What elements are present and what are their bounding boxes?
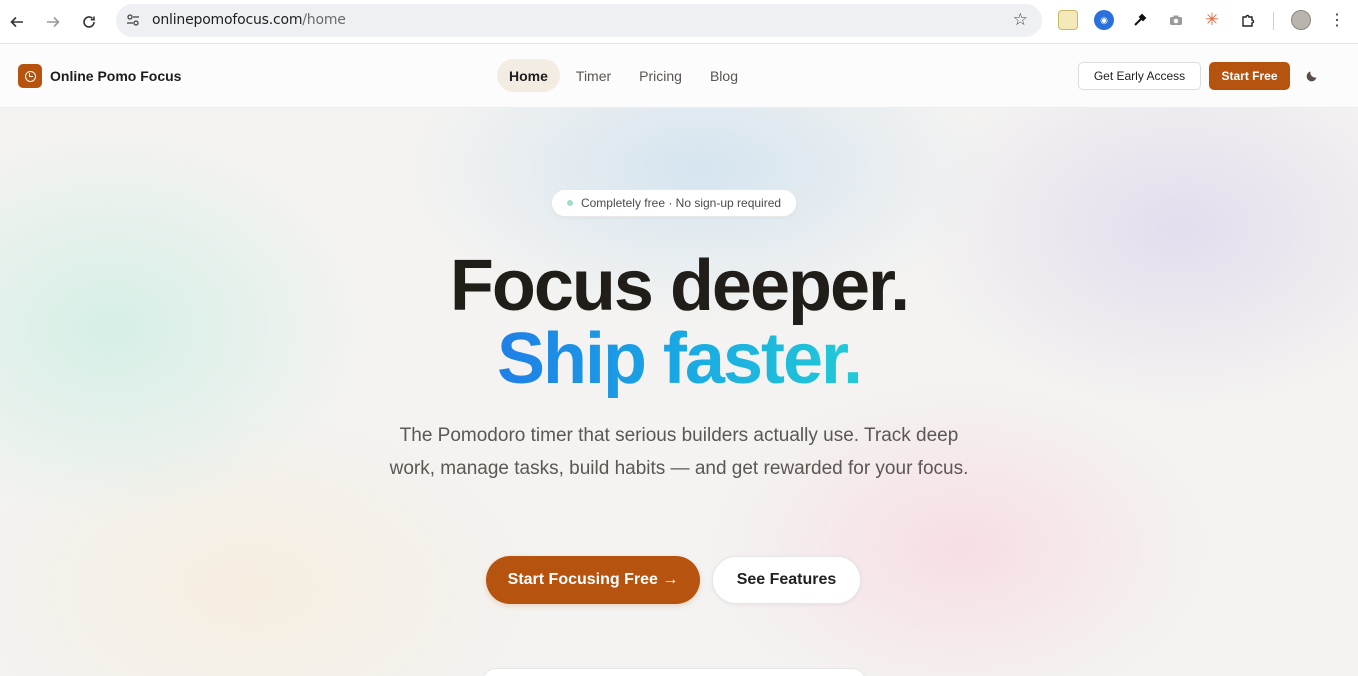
hero-section: Completely free · No sign-up required Fo… — [0, 108, 1358, 676]
url-text: onlinepomofocus.com/home — [152, 12, 346, 28]
brand-name[interactable]: Online Pomo Focus — [50, 68, 181, 84]
main-nav: Home Timer Pricing Blog — [497, 59, 754, 92]
start-focusing-free-button[interactable]: Start Focusing Free → — [486, 556, 700, 604]
nav-home[interactable]: Home — [497, 59, 560, 92]
sparkle-extension-icon[interactable]: ✳ — [1202, 10, 1222, 30]
bookmark-star-icon[interactable]: ☆ — [1013, 10, 1028, 30]
badge-text: Completely free · No sign-up required — [580, 196, 782, 210]
headline-gradient-text: Ship faster. — [496, 319, 863, 399]
site-settings-icon[interactable] — [124, 11, 142, 29]
back-arrow-icon[interactable] — [4, 9, 30, 35]
notes-extension-icon[interactable] — [1058, 10, 1078, 30]
nav-timer[interactable]: Timer — [564, 59, 623, 92]
reload-icon[interactable] — [76, 9, 102, 35]
eyedropper-icon[interactable] — [1130, 10, 1150, 30]
site-header: Online Pomo Focus Home Timer Pricing Blo… — [0, 44, 1358, 108]
blue-extension-icon[interactable]: ◉ — [1094, 10, 1114, 30]
nav-blog[interactable]: Blog — [698, 59, 750, 92]
toolbar-divider — [1273, 12, 1274, 30]
headline-secondary: Ship faster. — [0, 321, 1358, 397]
profile-avatar[interactable] — [1291, 10, 1311, 30]
nav-pricing[interactable]: Pricing — [627, 59, 694, 92]
hero-description: The Pomodoro timer that serious builders… — [389, 425, 969, 479]
forward-arrow-icon[interactable] — [40, 9, 66, 35]
camera-icon[interactable] — [1166, 10, 1186, 30]
get-early-access-button[interactable]: Get Early Access — [1078, 62, 1201, 90]
free-badge: Completely free · No sign-up required — [551, 189, 797, 217]
headline-primary: Focus deeper. — [449, 246, 910, 326]
start-free-button[interactable]: Start Free — [1209, 62, 1290, 90]
see-features-button[interactable]: See Features — [712, 556, 861, 604]
dark-mode-moon-icon[interactable] — [1305, 67, 1321, 83]
preview-card — [482, 668, 866, 676]
clock-logo-icon[interactable] — [18, 64, 42, 88]
status-dot-icon — [566, 200, 573, 206]
browser-toolbar: onlinepomofocus.com/home ☆ ◉ ✳ ⋮ — [0, 0, 1358, 44]
extensions-puzzle-icon[interactable] — [1238, 10, 1258, 30]
address-bar[interactable]: onlinepomofocus.com/home ☆ — [116, 4, 1042, 37]
more-menu-icon[interactable]: ⋮ — [1327, 10, 1347, 30]
